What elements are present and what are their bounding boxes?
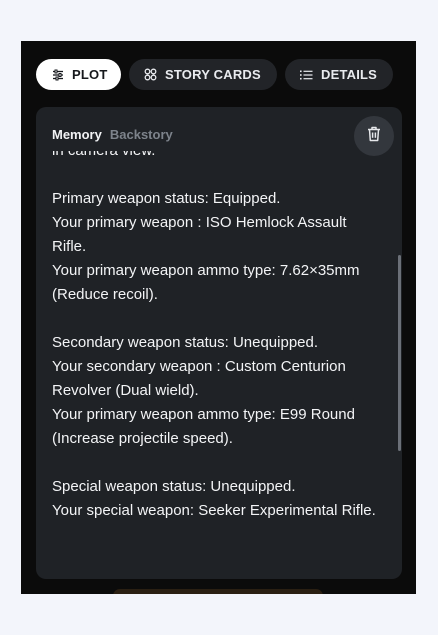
sliders-icon <box>51 68 64 81</box>
tab-details[interactable]: DETAILS <box>285 59 393 90</box>
delete-button[interactable] <box>354 116 394 156</box>
card-header: Memory Backstory <box>52 127 173 142</box>
memory-text: in camera view. Primary weapon status: E… <box>52 151 376 519</box>
card-subtitle[interactable]: Backstory <box>110 127 173 142</box>
card-title[interactable]: Memory <box>52 127 102 142</box>
tab-bar: PLOT STORY CARDS DETAILS <box>36 59 393 90</box>
memory-text-area[interactable]: in camera view. Primary weapon status: E… <box>52 151 384 579</box>
grid-icon <box>144 68 157 81</box>
tab-details-label: DETAILS <box>321 67 378 82</box>
bottom-action-button[interactable] <box>113 589 323 594</box>
scrollbar-thumb[interactable] <box>398 255 401 451</box>
memory-card: Memory Backstory in camera view. Primary… <box>36 107 402 579</box>
trash-icon <box>367 126 381 147</box>
plot-panel: PLOT STORY CARDS DETAILS Memory Backstor… <box>21 41 416 594</box>
tab-plot[interactable]: PLOT <box>36 59 121 90</box>
tab-story-cards-label: STORY CARDS <box>165 67 261 82</box>
tab-story-cards[interactable]: STORY CARDS <box>129 59 277 90</box>
tab-plot-label: PLOT <box>72 67 108 82</box>
list-icon <box>300 68 313 81</box>
